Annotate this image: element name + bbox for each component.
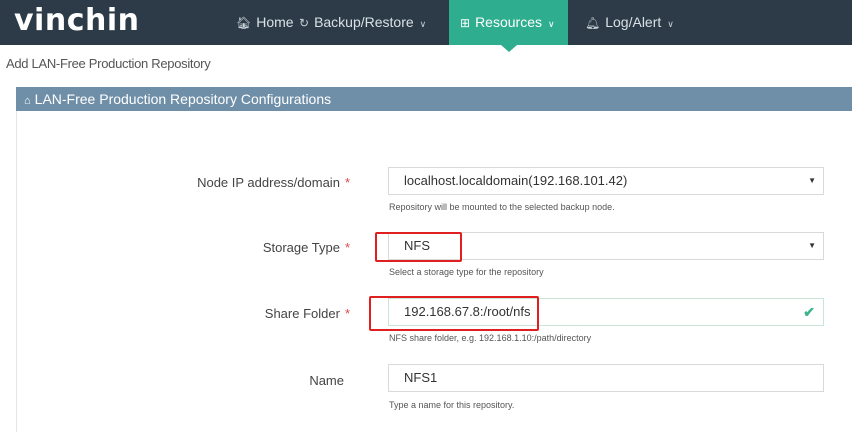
home-icon: 🏠︎ xyxy=(236,16,252,30)
nav-backup-restore-label: Backup/Restore xyxy=(314,14,414,30)
node-ip-label-text: Node IP address/domain xyxy=(197,175,340,190)
dropdown-arrow-icon[interactable]: ▼ xyxy=(808,168,816,194)
name-input[interactable]: NFS1 xyxy=(388,364,824,392)
node-ip-select[interactable]: localhost.localdomain(192.168.101.42) ▼ xyxy=(388,167,824,195)
storage-type-label: Storage Type * xyxy=(263,240,350,255)
node-ip-help: Repository will be mounted to the select… xyxy=(389,202,615,212)
dropdown-arrow-icon[interactable]: ▼ xyxy=(808,233,816,259)
share-folder-label: Share Folder * xyxy=(265,306,350,321)
node-ip-label: Node IP address/domain * xyxy=(197,175,350,190)
chevron-down-icon: ∨ xyxy=(667,19,674,29)
required-marker: * xyxy=(344,175,350,190)
share-folder-label-text: Share Folder xyxy=(264,306,340,321)
name-help: Type a name for this repository. xyxy=(389,400,515,410)
chevron-down-icon: ∨ xyxy=(547,19,555,29)
chevron-down-icon: ∨ xyxy=(419,19,427,29)
nav-resources-label: Resources xyxy=(475,14,542,30)
active-pointer xyxy=(500,45,517,52)
nav-backup-restore[interactable]: ↻ Backup/Restore ∨ xyxy=(299,0,426,45)
storage-type-help: Select a storage type for the repository xyxy=(389,267,544,277)
nav-home[interactable]: 🏠︎ Home xyxy=(236,0,294,45)
bell-icon: 🔔︎ xyxy=(585,16,601,30)
required-marker: * xyxy=(344,306,350,321)
panel-header: ⌂ LAN-Free Production Repository Configur… xyxy=(16,87,852,111)
checkmark-icon: ✔ xyxy=(803,304,815,320)
storage-type-label-text: Storage Type xyxy=(262,240,340,255)
form-panel: Node IP address/domain * localhost.locald… xyxy=(16,111,852,432)
nav-log-alert[interactable]: 🔔︎ Log/Alert ∨ xyxy=(585,0,674,45)
share-folder-highlight xyxy=(369,296,539,331)
top-navigation-bar: vinchin 🏠︎ Home ↻ Backup/Restore ∨ ⊞ Resourc… xyxy=(0,0,852,52)
refresh-icon: ↻ xyxy=(299,16,310,30)
storage-type-highlight xyxy=(375,232,462,262)
required-marker: * xyxy=(344,240,350,255)
panel-title: LAN-Free Production Repository Configura… xyxy=(34,91,332,107)
node-ip-value: localhost.localdomain(192.168.101.42) xyxy=(404,173,628,188)
name-label: Name xyxy=(309,373,344,388)
grid-icon: ⊞ xyxy=(460,16,471,30)
breadcrumb: Add LAN-Free Production Repository xyxy=(6,56,211,71)
nav-home-label: Home xyxy=(256,14,294,30)
share-folder-help: NFS share folder, e.g. 192.168.1.10:/pat… xyxy=(389,333,592,343)
nav-resources[interactable]: ⊞ Resources ∨ xyxy=(449,0,568,52)
nav-log-alert-label: Log/Alert xyxy=(605,14,662,30)
name-value: NFS1 xyxy=(404,370,438,385)
vinchin-logo[interactable]: vinchin xyxy=(14,3,139,38)
home-icon: ⌂ xyxy=(24,95,31,107)
name-label-text: Name xyxy=(309,373,344,388)
